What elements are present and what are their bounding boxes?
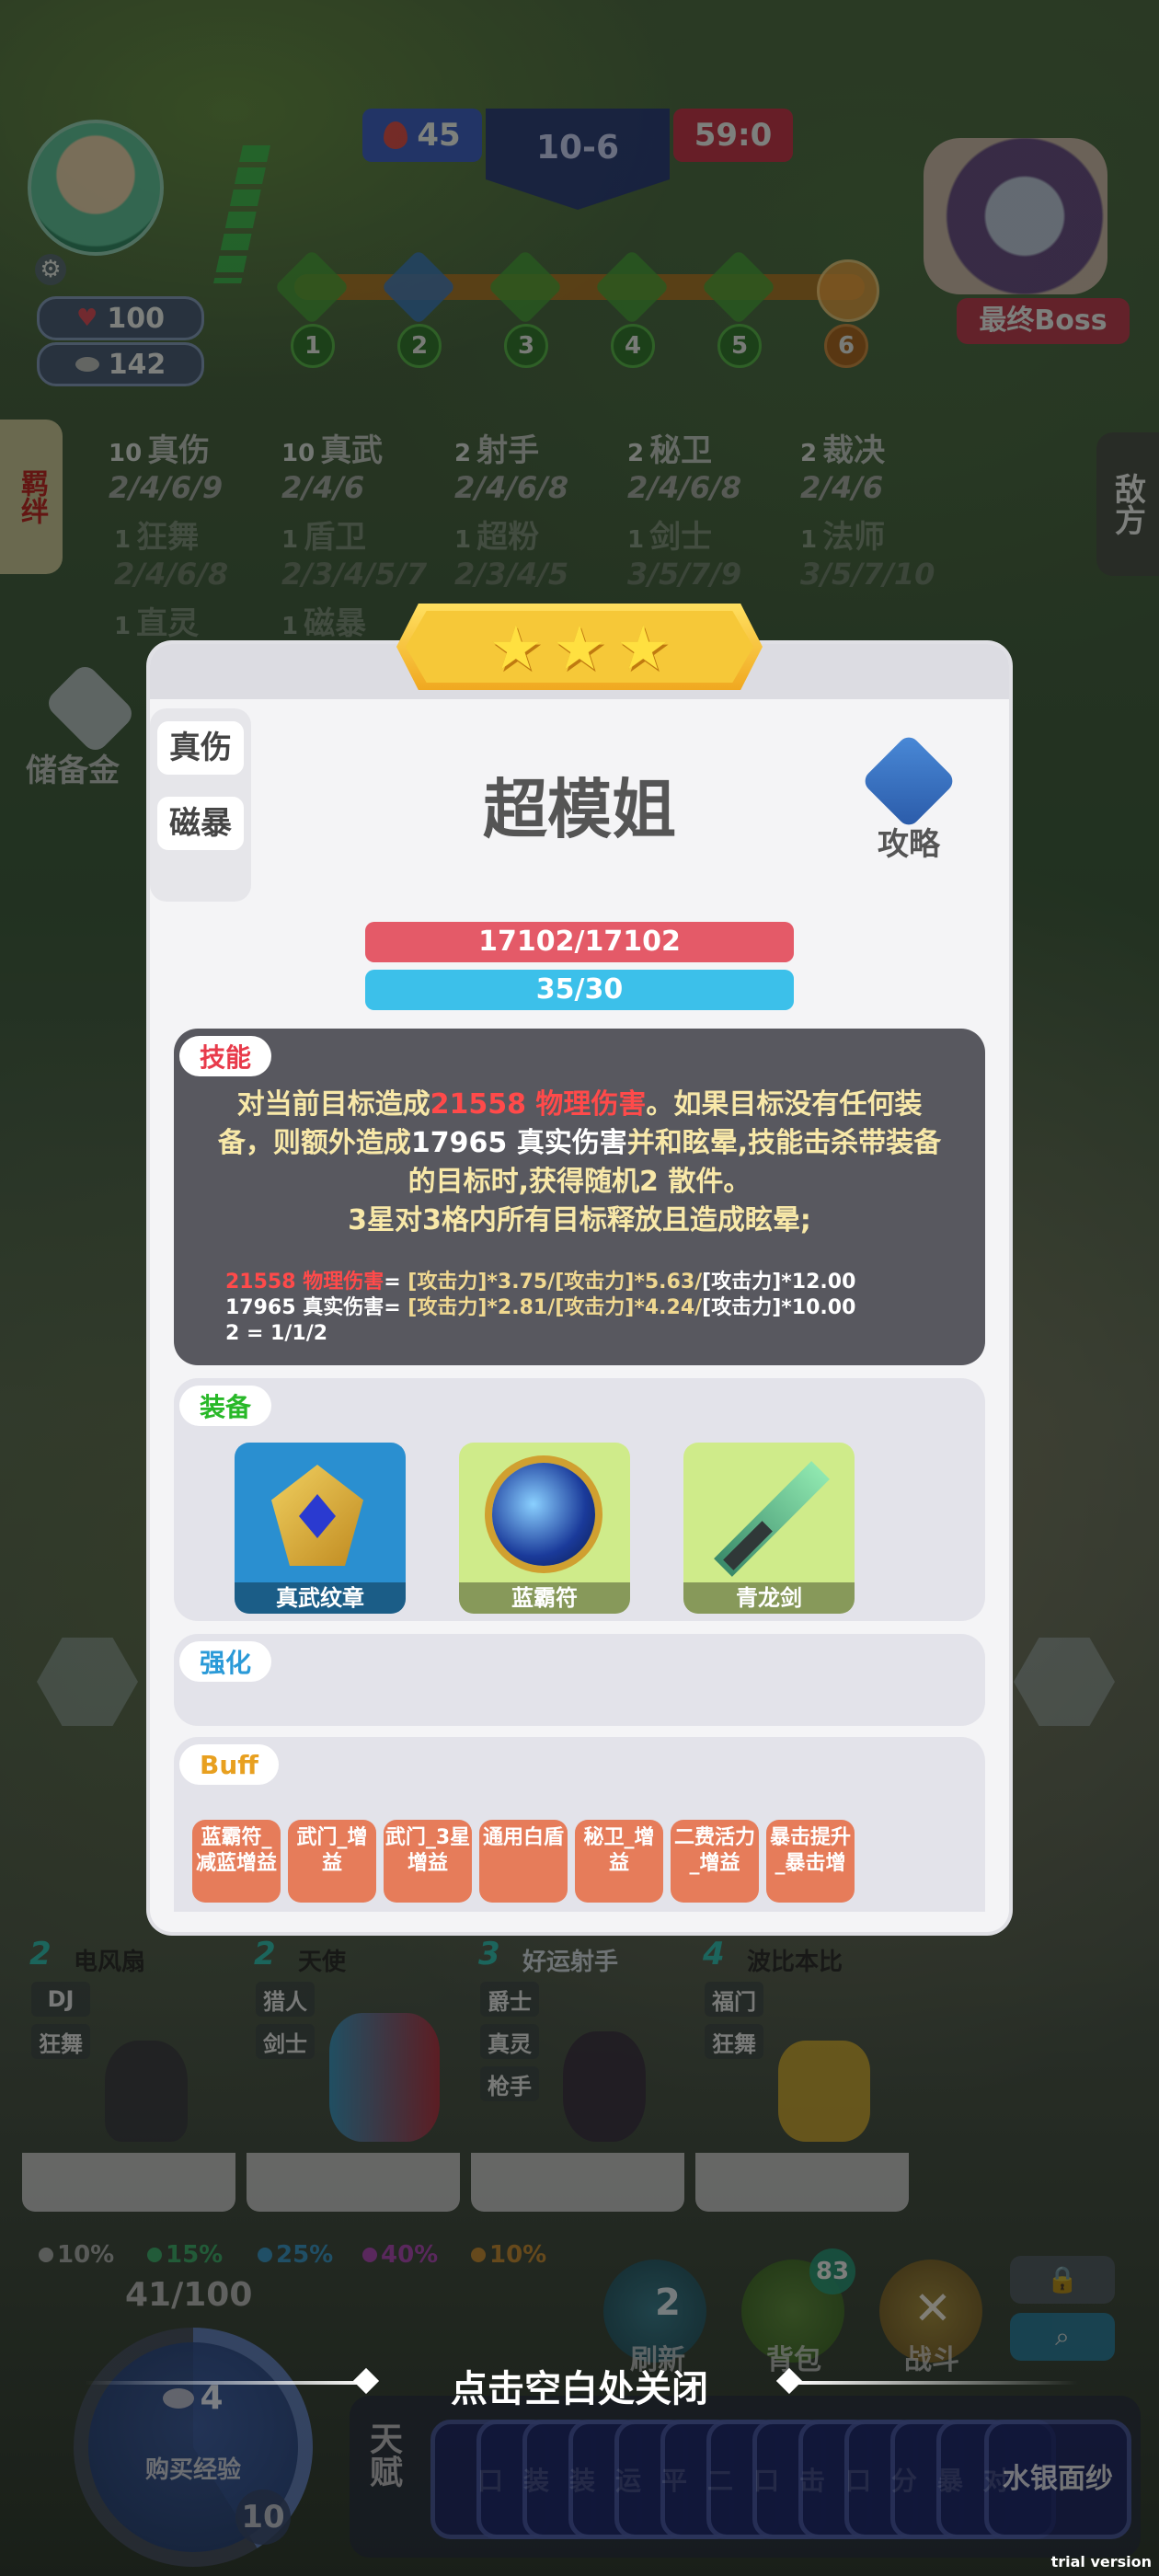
buff-chip[interactable]: 二费活力_增益 — [671, 1820, 759, 1903]
skill-physical-dmg: 21558 物理伤害 — [430, 1088, 647, 1121]
equip-name-3: 青龙剑 — [683, 1582, 855, 1614]
skill-description: 对当前目标造成21558 物理伤害。如果目标没有任何装备，则额外造成17965 … — [217, 1088, 942, 1236]
skill-star3-note: 3星对3格内所有目标释放且造成眩晕; — [348, 1204, 811, 1236]
skill-section: 技能 对当前目标造成21558 物理伤害。如果目标没有任何装备，则额外造成179… — [174, 1029, 985, 1365]
enhance-section: 强化 — [174, 1634, 985, 1726]
guide-label: 攻略 — [878, 826, 940, 863]
equipment-section: 装备 真武纹章 蓝霸符 青龙剑 — [174, 1378, 985, 1621]
equip-slot-1[interactable]: 真武纹章 — [235, 1443, 406, 1614]
close-hint[interactable]: 点击空白处关闭 — [386, 2359, 773, 2412]
mana-bar-text: 35/30 — [535, 973, 624, 1006]
buff-tag: Buff — [179, 1744, 279, 1785]
skill-formulas: 21558 物理伤害= [攻击力]*3.75/[攻击力]*5.63/[攻击力]*… — [225, 1270, 961, 1347]
trait-tag-2[interactable]: 磁暴 — [157, 797, 244, 850]
skill-true-dmg: 17965 真实伤害 — [410, 1127, 627, 1159]
equip-slot-3[interactable]: 青龙剑 — [683, 1443, 855, 1614]
formula-true: 17965 真实伤害= [攻击力]*2.81/[攻击力]*4.24/[攻击力]*… — [225, 1296, 856, 1319]
hp-bar: 17102/17102 — [365, 922, 794, 962]
trait-tag-1[interactable]: 真伤 — [157, 721, 244, 775]
formula-physical: 21558 物理伤害= [攻击力]*3.75/[攻击力]*5.63/[攻击力]*… — [225, 1271, 856, 1294]
buff-chip[interactable]: 秘卫_增益 — [575, 1820, 663, 1903]
close-hint-line-left — [85, 2381, 370, 2385]
graduation-cap-icon — [860, 732, 958, 830]
buff-chip[interactable]: 武门_增益 — [288, 1820, 376, 1903]
hero-name: 超模姐 — [483, 772, 676, 847]
watermark: trial version — [1050, 2553, 1152, 2570]
trait-tags-panel: 真伤 磁暴 — [150, 708, 251, 902]
equip-name-2: 蓝霸符 — [459, 1582, 630, 1614]
equip-slot-2[interactable]: 蓝霸符 — [459, 1443, 630, 1614]
star-icon: ★ — [615, 613, 671, 684]
orb-icon — [492, 1463, 595, 1566]
star-icon: ★ — [552, 613, 607, 684]
buff-chip[interactable]: 武门_3星增益 — [384, 1820, 472, 1903]
buff-chip[interactable]: 暴击提升_暴击增 — [766, 1820, 855, 1903]
mana-bar: 35/30 — [365, 970, 794, 1010]
buff-section: Buff 蓝霸符_减蓝增益 武门_增益 武门_3星增益 通用白盾 秘卫_增益 二费活力_增… — [174, 1737, 985, 1912]
star-icon: ★ — [488, 613, 544, 684]
hero-detail-modal: 真伤 磁暴 超模姐 攻略 17102/17102 35/30 技能 对当前目标造… — [150, 604, 1009, 1932]
equipment-tag: 装备 — [179, 1386, 272, 1426]
guide-button[interactable]: 攻略 — [858, 732, 959, 863]
buff-chip[interactable]: 蓝霸符_减蓝增益 — [192, 1820, 281, 1903]
skill-tag: 技能 — [179, 1036, 272, 1076]
equip-name-1: 真武纹章 — [235, 1582, 406, 1614]
hp-bar-text: 17102/17102 — [478, 926, 681, 958]
close-hint-line-right — [793, 2381, 1078, 2385]
buff-chip[interactable]: 通用白盾 — [479, 1820, 568, 1903]
formula-parts: 2 = 1/1/2 — [225, 1322, 328, 1345]
enhance-tag: 强化 — [179, 1641, 272, 1682]
star-rating: ★ ★ ★ — [396, 607, 763, 690]
